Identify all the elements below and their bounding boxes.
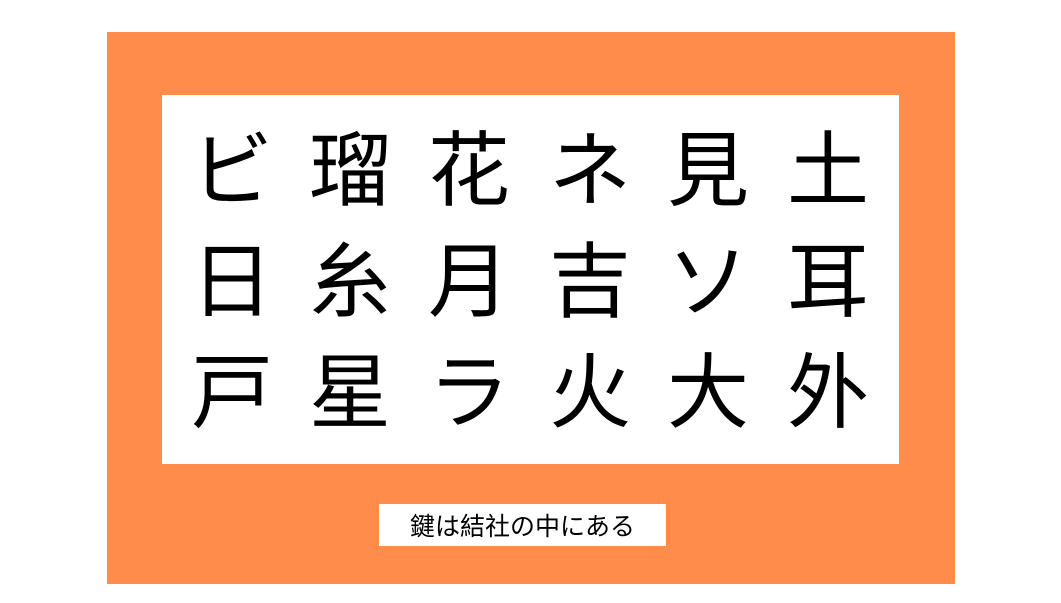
kanji-cell: ビ — [190, 124, 273, 219]
kanji-cell: ラ — [427, 346, 510, 441]
kanji-row-3: 戸 星 ラ 火 大 外 — [162, 344, 899, 444]
kanji-cell: ソ — [666, 235, 749, 330]
kanji-cell: 戸 — [190, 346, 273, 441]
kanji-cell: 花 — [427, 124, 510, 219]
kanji-cell: 月 — [427, 235, 510, 330]
kanji-cell: 糸 — [308, 235, 391, 330]
kanji-cell: 大 — [666, 346, 749, 441]
kanji-cell: 日 — [190, 235, 273, 330]
kanji-grid-card: ビ 瑠 花 ネ 見 土 日 糸 月 吉 ソ 耳 戸 星 ラ 火 大 外 — [162, 95, 899, 464]
kanji-grid: ビ 瑠 花 ネ 見 土 日 糸 月 吉 ソ 耳 戸 星 ラ 火 大 外 — [162, 95, 899, 464]
kanji-row-1: ビ 瑠 花 ネ 見 土 — [162, 122, 899, 222]
kanji-cell: ネ — [548, 124, 631, 219]
kanji-row-2: 日 糸 月 吉 ソ 耳 — [162, 233, 899, 333]
kanji-cell: 土 — [786, 124, 869, 219]
hint-caption: 鍵は結社の中にある — [379, 504, 666, 546]
kanji-cell: 瑠 — [308, 124, 391, 219]
kanji-cell: 吉 — [548, 235, 631, 330]
kanji-cell: 見 — [666, 124, 749, 219]
kanji-cell: 星 — [308, 346, 391, 441]
kanji-cell: 火 — [548, 346, 631, 441]
kanji-cell: 外 — [786, 346, 869, 441]
kanji-cell: 耳 — [786, 235, 869, 330]
